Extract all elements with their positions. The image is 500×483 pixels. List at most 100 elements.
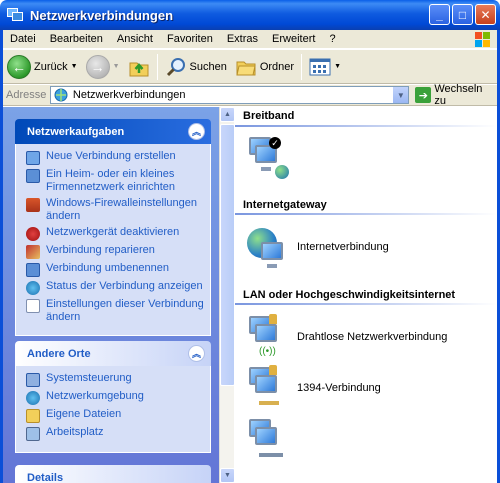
go-button[interactable]: ➔ Wechseln zu bbox=[415, 83, 497, 107]
views-icon bbox=[309, 58, 331, 75]
go-label: Wechseln zu bbox=[434, 83, 483, 107]
disable-icon bbox=[26, 227, 40, 241]
scroll-down-icon[interactable]: ▼ bbox=[220, 468, 235, 483]
search-icon bbox=[166, 57, 185, 76]
toolbar: ← Zurück ▼ → ▼ Suchen Ordner ▼ bbox=[3, 50, 497, 84]
scroll-thumb[interactable] bbox=[220, 124, 235, 386]
firewall-icon bbox=[26, 198, 40, 212]
control-panel-icon bbox=[26, 373, 40, 387]
address-bar: Adresse Netzwerkverbindungen ▼ ➔ Wechsel… bbox=[3, 83, 497, 107]
title-bar[interactable]: Netzwerkverbindungen _ □ ✕ bbox=[0, 0, 500, 30]
forward-dropdown-icon[interactable]: ▼ bbox=[113, 63, 120, 70]
connection-wireless[interactable]: ((•)) Drahtlose Netzwerkverbindung bbox=[245, 314, 447, 360]
network-places-icon bbox=[26, 391, 40, 405]
address-value: Netzwerkverbindungen bbox=[72, 89, 186, 101]
task-rename-connection[interactable]: Verbindung umbenennen bbox=[26, 262, 204, 277]
connection-1394[interactable]: 1394-Verbindung bbox=[245, 365, 381, 411]
new-connection-icon bbox=[26, 151, 40, 165]
folders-button[interactable]: Ordner bbox=[231, 52, 298, 82]
network-tasks-list: Neue Verbindung erstellen Ein Heim- oder… bbox=[15, 144, 211, 336]
home-network-icon bbox=[26, 169, 40, 183]
lan-connection-icon bbox=[245, 417, 291, 463]
details-title: Details bbox=[27, 471, 64, 483]
group-divider bbox=[235, 303, 497, 305]
task-label: Neue Verbindung erstellen bbox=[46, 150, 176, 162]
collapse-icon[interactable]: ︽ bbox=[188, 345, 205, 362]
menu-datei[interactable]: Datei bbox=[3, 33, 43, 45]
place-my-documents[interactable]: Eigene Dateien bbox=[26, 408, 204, 423]
network-connections-icon bbox=[6, 7, 24, 23]
connections-view: Breitband ✓ Internetgateway Internetverb… bbox=[235, 107, 497, 483]
task-new-connection[interactable]: Neue Verbindung erstellen bbox=[26, 150, 204, 165]
place-label: Arbeitsplatz bbox=[46, 426, 104, 438]
maximize-button[interactable]: □ bbox=[452, 4, 473, 25]
place-label: Eigene Dateien bbox=[46, 408, 122, 420]
folders-label: Ordner bbox=[259, 60, 295, 73]
menu-extras[interactable]: Extras bbox=[220, 33, 265, 45]
minimize-button[interactable]: _ bbox=[429, 4, 450, 25]
connection-broadband[interactable]: ✓ bbox=[245, 135, 291, 181]
other-places-panel: Andere Orte ︽ Systemsteuerung Netzwerkum… bbox=[15, 341, 211, 453]
other-places-header[interactable]: Andere Orte ︽ bbox=[15, 341, 211, 366]
toolbar-separator bbox=[301, 53, 303, 80]
search-label: Suchen bbox=[189, 60, 227, 73]
network-connections-icon bbox=[54, 88, 68, 102]
task-disable-device[interactable]: Netzwerkgerät deaktivieren bbox=[26, 226, 204, 241]
connection-internet[interactable]: Internetverbindung bbox=[245, 224, 389, 270]
search-button[interactable]: Suchen bbox=[161, 52, 231, 82]
task-view-status[interactable]: Status der Verbindung anzeigen bbox=[26, 280, 204, 295]
close-button[interactable]: ✕ bbox=[475, 4, 496, 25]
connection-lan[interactable] bbox=[245, 417, 297, 463]
documents-folder-icon bbox=[26, 409, 40, 423]
task-change-settings[interactable]: Einstellungen dieser Verbindung ändern bbox=[26, 298, 204, 324]
internet-connection-label: Internetverbindung bbox=[297, 241, 389, 253]
task-firewall-settings[interactable]: Windows-Firewalleinstellungen ändern bbox=[26, 197, 204, 223]
status-icon bbox=[26, 281, 40, 295]
up-folder-button[interactable] bbox=[124, 52, 154, 82]
back-dropdown-icon[interactable]: ▼ bbox=[71, 63, 78, 70]
other-places-list: Systemsteuerung Netzwerkumgebung Eigene … bbox=[15, 366, 211, 453]
views-button[interactable]: ▼ bbox=[305, 52, 345, 82]
back-arrow-icon: ← bbox=[7, 54, 31, 79]
group-divider bbox=[235, 125, 497, 127]
menu-ansicht[interactable]: Ansicht bbox=[110, 33, 160, 45]
task-home-network-setup[interactable]: Ein Heim- oder ein kleines Firmennetzwer… bbox=[26, 168, 204, 194]
forward-arrow-icon: → bbox=[85, 54, 110, 79]
address-dropdown-icon[interactable]: ▼ bbox=[392, 87, 409, 103]
task-label: Netzwerkgerät deaktivieren bbox=[46, 226, 180, 238]
menu-bearbeiten[interactable]: Bearbeiten bbox=[43, 33, 110, 45]
go-arrow-icon: ➔ bbox=[415, 87, 432, 103]
forward-button[interactable]: → ▼ bbox=[82, 52, 124, 82]
place-network-places[interactable]: Netzwerkumgebung bbox=[26, 390, 204, 405]
details-panel: Details bbox=[15, 465, 211, 483]
task-pane: Netzwerkaufgaben ︽ Neue Verbindung erste… bbox=[3, 107, 219, 483]
menu-bar: Datei Bearbeiten Ansicht Favoriten Extra… bbox=[3, 30, 497, 49]
rename-icon bbox=[26, 263, 40, 277]
details-header[interactable]: Details bbox=[15, 465, 211, 483]
task-label: Ein Heim- oder ein kleines Firmennetzwer… bbox=[46, 168, 175, 193]
address-input[interactable]: Netzwerkverbindungen ▼ bbox=[49, 86, 410, 104]
network-tasks-panel: Netzwerkaufgaben ︽ Neue Verbindung erste… bbox=[15, 119, 211, 336]
task-label: Verbindung umbenennen bbox=[46, 262, 169, 274]
group-divider bbox=[235, 213, 497, 215]
menu-favoriten[interactable]: Favoriten bbox=[160, 33, 220, 45]
place-label: Netzwerkumgebung bbox=[46, 390, 144, 402]
collapse-icon[interactable]: ︽ bbox=[188, 123, 205, 140]
network-tasks-header[interactable]: Netzwerkaufgaben ︽ bbox=[15, 119, 211, 144]
back-button[interactable]: ← Zurück ▼ bbox=[3, 52, 82, 82]
task-pane-scrollbar[interactable]: ▲ ▼ bbox=[219, 107, 235, 483]
window-title: Netzwerkverbindungen bbox=[30, 7, 174, 23]
place-control-panel[interactable]: Systemsteuerung bbox=[26, 372, 204, 387]
scroll-up-icon[interactable]: ▲ bbox=[220, 107, 235, 122]
menu-erweitert[interactable]: Erweitert bbox=[265, 33, 322, 45]
task-label: Status der Verbindung anzeigen bbox=[46, 280, 203, 292]
task-repair-connection[interactable]: Verbindung reparieren bbox=[26, 244, 204, 259]
settings-document-icon bbox=[26, 299, 40, 313]
task-label: Verbindung reparieren bbox=[46, 244, 155, 256]
internet-connection-icon bbox=[245, 224, 291, 270]
group-broadband: Breitband bbox=[243, 110, 295, 122]
group-lan: LAN oder Hochgeschwindigkeitsinternet bbox=[243, 289, 456, 301]
firewire-connection-icon bbox=[245, 365, 291, 411]
menu-help[interactable]: ? bbox=[322, 33, 342, 45]
place-my-computer[interactable]: Arbeitsplatz bbox=[26, 426, 204, 441]
